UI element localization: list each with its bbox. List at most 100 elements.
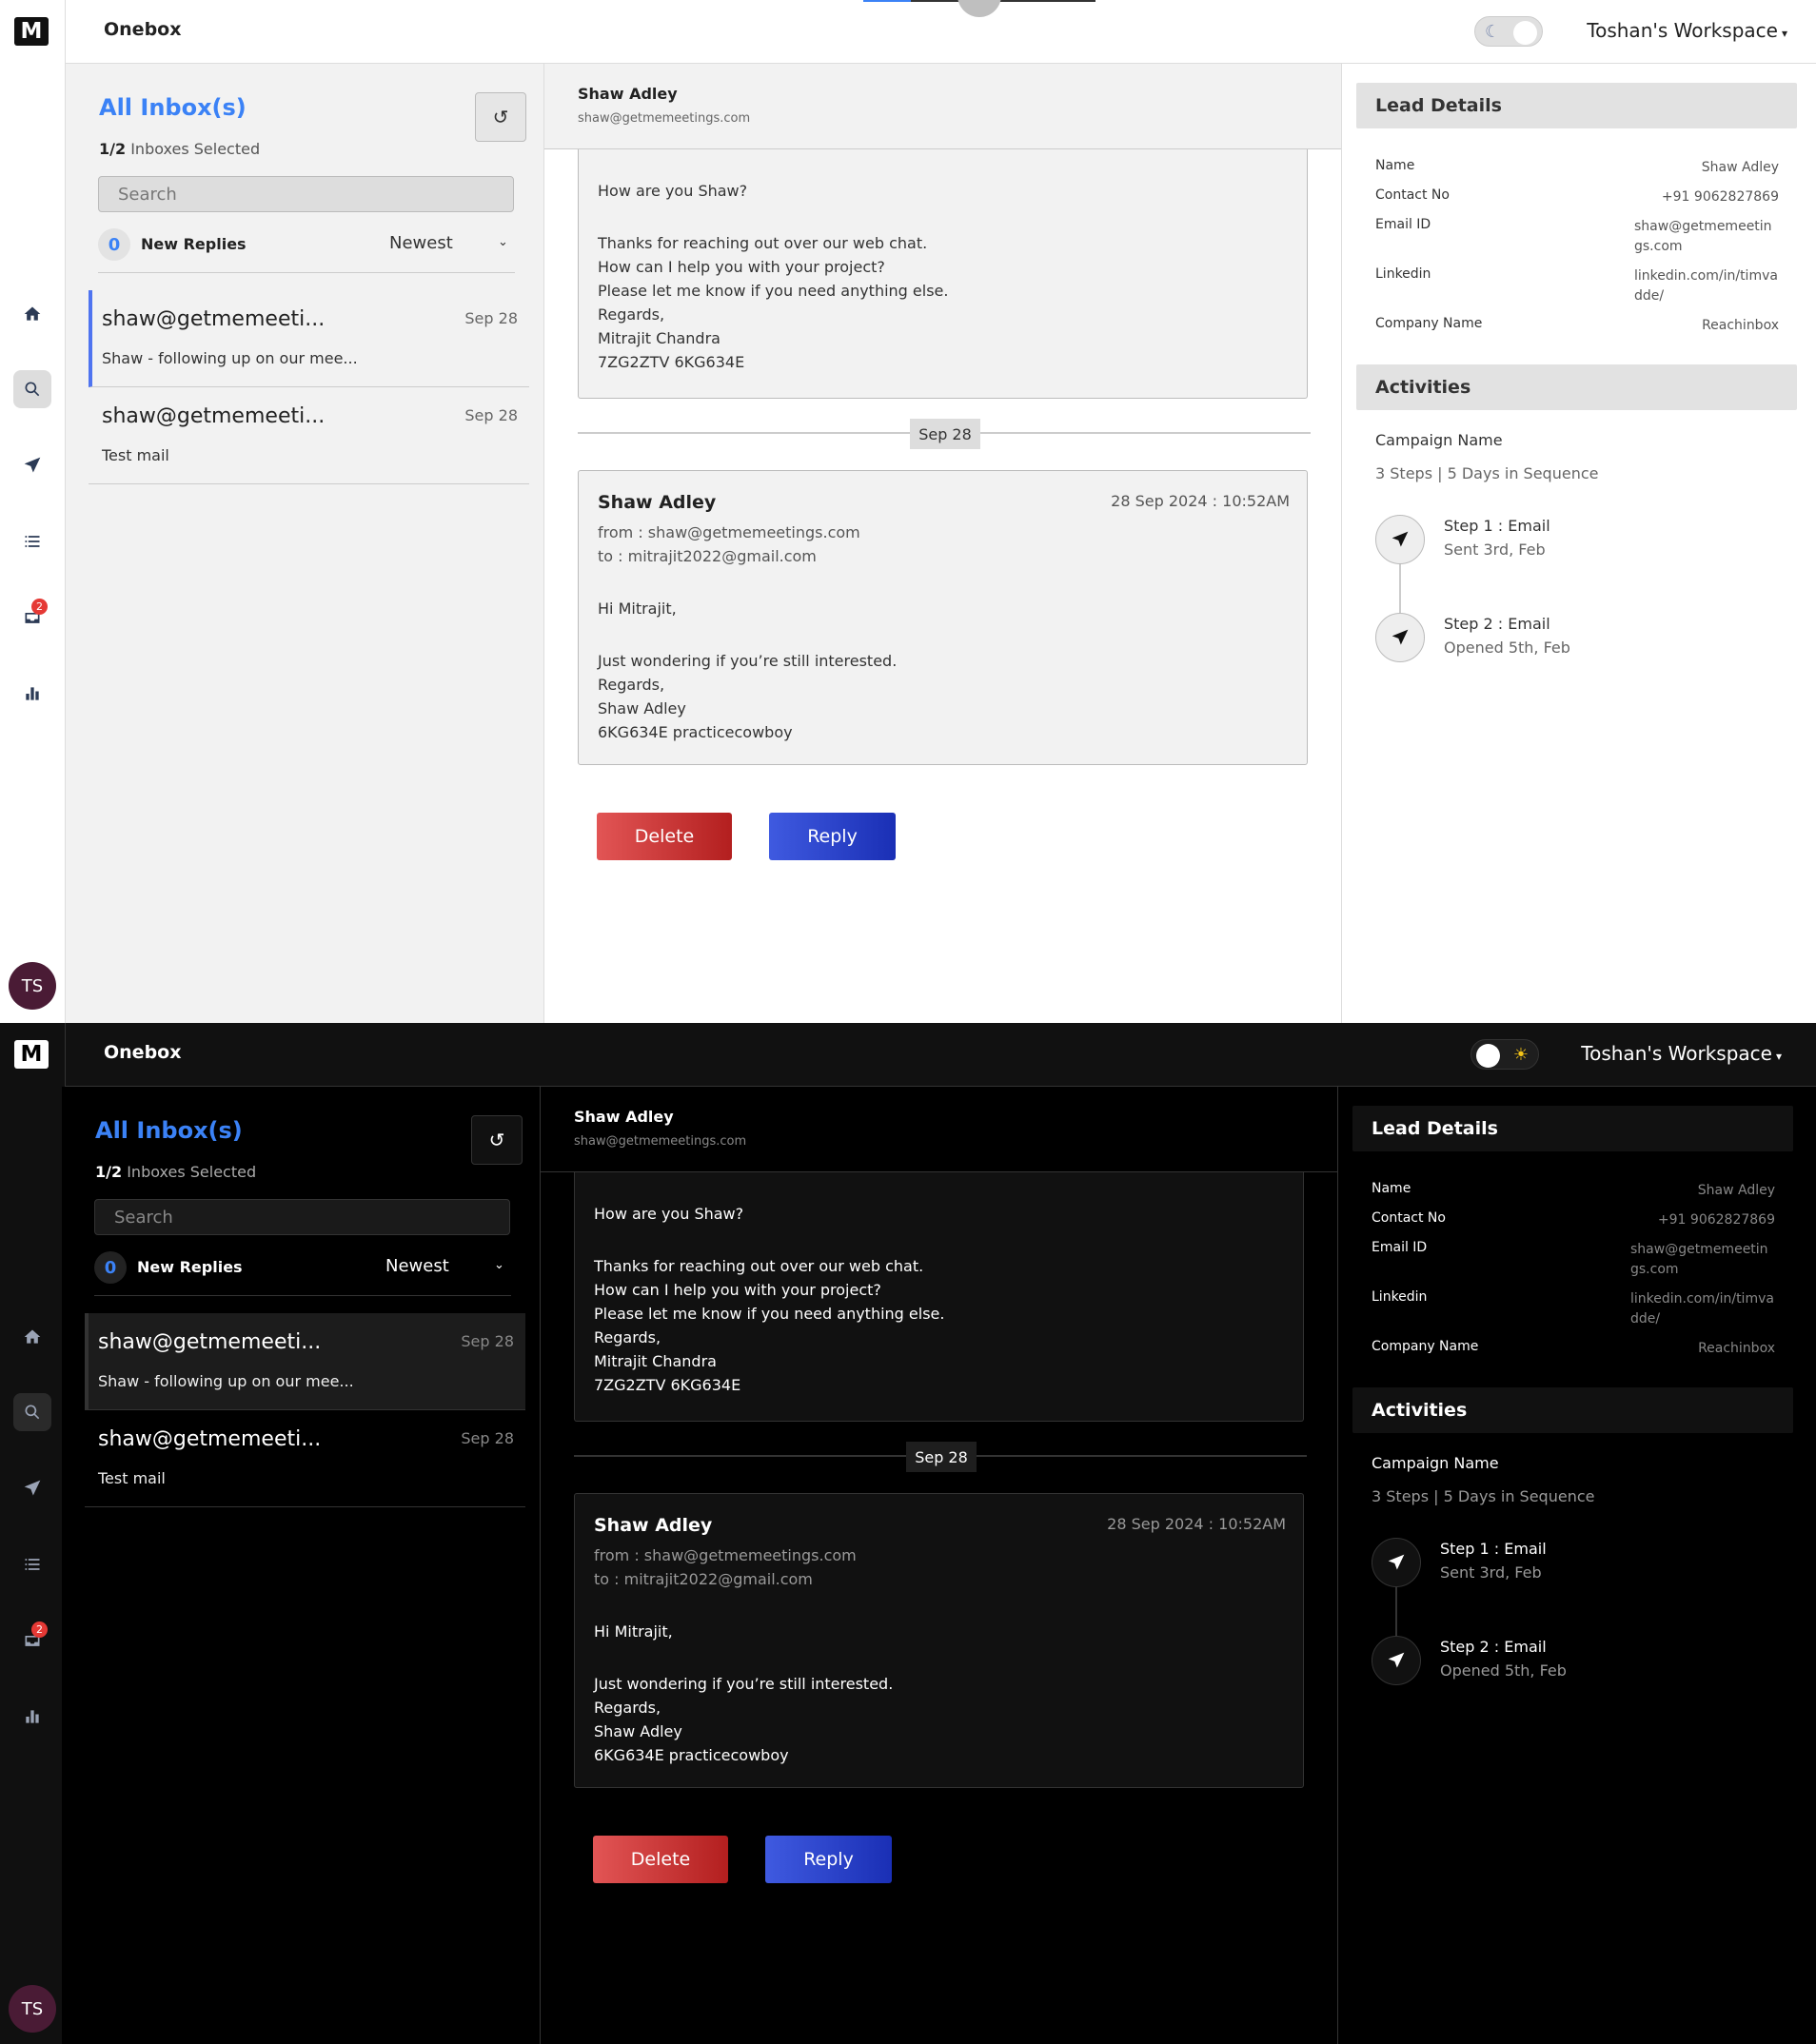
sort-select[interactable]: Newest [389, 233, 453, 253]
new-replies-row: 0 New Replies Newest ⌄ [94, 1251, 511, 1296]
activities-header: Activities [1356, 364, 1797, 410]
thread-date: Sep 28 [461, 1429, 514, 1447]
message-sender: Shaw Adley [594, 1515, 713, 1536]
thread-subject: Test mail [102, 446, 169, 464]
refresh-icon: ↺ [488, 1129, 505, 1151]
workspace-dropdown[interactable]: Toshan's Workspace ▾ [1581, 1042, 1782, 1065]
new-replies-count: 0 [98, 228, 130, 261]
moon-icon: ☾ [1485, 22, 1501, 42]
app-logo[interactable]: M [14, 1040, 49, 1069]
inbox-pane: All Inbox(s) 1/2 Inboxes Selected ↺ 0 Ne… [62, 1087, 541, 2044]
contact-email: shaw@getmemeetings.com [578, 111, 751, 126]
top-bar: Onebox [66, 0, 1816, 64]
chevron-down-icon[interactable]: ⌄ [494, 1258, 504, 1272]
delete-button[interactable]: Delete [597, 813, 732, 860]
inbox-title[interactable]: All Inbox(s) [99, 94, 247, 121]
list-icon[interactable] [13, 522, 51, 560]
step-status: Opened 5th, Feb [1444, 639, 1570, 657]
app-title: Onebox [104, 19, 182, 40]
send-icon [1372, 1538, 1421, 1587]
conversation-header: Shaw Adley shaw@getmemeetings.com [544, 64, 1341, 149]
message-card: How are you Shaw? Thanks for reaching ou… [578, 149, 1308, 399]
top-decoration-accent [863, 0, 911, 2]
workspace-dropdown[interactable]: Toshan's Workspace ▾ [1587, 19, 1787, 42]
thread-subject: Shaw - following up on our mee... [98, 1372, 354, 1390]
list-icon[interactable] [13, 1545, 51, 1583]
conversation-header: Shaw Adley shaw@getmemeetings.com [541, 1087, 1337, 1172]
message-to: to : mitrajit2022@gmail.com [594, 1570, 813, 1588]
step-connector [1399, 556, 1401, 613]
thread-item[interactable]: shaw@getmemeeti... Sep 28 Test mail [85, 1410, 525, 1507]
new-replies-count: 0 [94, 1251, 127, 1284]
lead-pane: Lead Details Name Shaw Adley Contact No +9… [1338, 1087, 1816, 2044]
message-sender: Shaw Adley [598, 492, 717, 513]
search-icon[interactable] [13, 1393, 51, 1431]
inbox-badge: 2 [31, 1621, 48, 1638]
search-input[interactable] [98, 176, 514, 212]
step-title: Step 2 : Email [1444, 615, 1550, 633]
date-divider-label: Sep 28 [906, 1442, 977, 1472]
inbox-icon[interactable]: 2 [13, 1621, 51, 1660]
new-replies-row: 0 New Replies Newest ⌄ [98, 228, 515, 273]
send-icon[interactable] [13, 446, 51, 484]
reply-button[interactable]: Reply [769, 813, 896, 860]
message-card: Shaw Adley 28 Sep 2024 : 10:52AM from : … [574, 1493, 1304, 1788]
thread-item[interactable]: shaw@getmemeeti... Sep 28 Test mail [89, 387, 529, 484]
lead-pane: Lead Details Name Shaw Adley Contact No +9… [1342, 64, 1816, 1023]
home-icon[interactable] [13, 295, 51, 333]
message-from: from : shaw@getmemeetings.com [594, 1546, 857, 1564]
inbox-title[interactable]: All Inbox(s) [95, 1117, 243, 1144]
user-avatar[interactable]: TS [9, 962, 56, 1010]
conversation-pane: Shaw Adley shaw@getmemeetings.com How ar… [544, 64, 1342, 1023]
app-logo[interactable]: M [14, 17, 49, 46]
message-timestamp: 28 Sep 2024 : 10:52AM [1107, 1515, 1286, 1533]
reply-button[interactable]: Reply [765, 1836, 892, 1883]
bar-chart-icon[interactable] [13, 675, 51, 713]
step-status: Sent 3rd, Feb [1440, 1563, 1542, 1582]
message-from: from : shaw@getmemeetings.com [598, 523, 860, 541]
thread-subject: Shaw - following up on our mee... [102, 349, 358, 367]
thread-item[interactable]: shaw@getmemeeti... Sep 28 Shaw - followi… [85, 1313, 525, 1410]
sun-icon: ☀ [1512, 1045, 1529, 1065]
thread-date: Sep 28 [464, 309, 518, 327]
bar-chart-icon[interactable] [13, 1698, 51, 1736]
home-icon[interactable] [13, 1318, 51, 1356]
step-title: Step 1 : Email [1444, 517, 1550, 535]
thread-from: shaw@getmemeeti... [102, 307, 326, 331]
step-connector [1395, 1579, 1397, 1636]
conversation-pane: Shaw Adley shaw@getmemeetings.com How ar… [541, 1087, 1338, 2044]
top-circle-decoration [957, 0, 1001, 17]
step-status: Opened 5th, Feb [1440, 1661, 1567, 1680]
send-icon [1372, 1636, 1421, 1685]
inbox-icon[interactable]: 2 [13, 599, 51, 637]
thread-from: shaw@getmemeeti... [98, 1427, 322, 1451]
new-replies-label: New Replies [137, 1258, 243, 1276]
campaign-steps: 3 Steps | 5 Days in Sequence [1375, 464, 1599, 482]
theme-toggle[interactable]: ☾ [1474, 16, 1543, 47]
user-avatar[interactable]: TS [9, 1985, 56, 2033]
campaign-name: Campaign Name [1375, 431, 1503, 449]
campaign-steps: 3 Steps | 5 Days in Sequence [1372, 1487, 1595, 1505]
theme-toggle[interactable]: ☀ [1471, 1039, 1539, 1070]
inboxes-selected: 1/2 Inboxes Selected [95, 1163, 257, 1181]
activities-header: Activities [1352, 1387, 1793, 1433]
delete-button[interactable]: Delete [593, 1836, 728, 1883]
campaign-name: Campaign Name [1372, 1454, 1499, 1472]
chevron-down-icon: ▾ [1775, 1050, 1782, 1063]
search-input[interactable] [94, 1199, 510, 1235]
toggle-knob [1476, 1044, 1500, 1068]
inbox-badge: 2 [31, 599, 48, 615]
thread-date: Sep 28 [461, 1332, 514, 1350]
thread-item[interactable]: shaw@getmemeeti... Sep 28 Shaw - followi… [89, 290, 529, 387]
sort-select[interactable]: Newest [385, 1256, 449, 1276]
refresh-button[interactable]: ↺ [471, 1115, 523, 1165]
search-icon[interactable] [13, 370, 51, 408]
sidebar: M 2 TS [0, 1023, 66, 2044]
message-timestamp: 28 Sep 2024 : 10:52AM [1111, 492, 1290, 510]
contact-name: Shaw Adley [574, 1108, 674, 1126]
inbox-pane: All Inbox(s) 1/2 Inboxes Selected ↺ 0 Ne… [66, 64, 544, 1023]
chevron-down-icon[interactable]: ⌄ [498, 235, 508, 249]
step-title: Step 1 : Email [1440, 1540, 1547, 1558]
send-icon[interactable] [13, 1469, 51, 1507]
refresh-button[interactable]: ↺ [475, 92, 526, 142]
